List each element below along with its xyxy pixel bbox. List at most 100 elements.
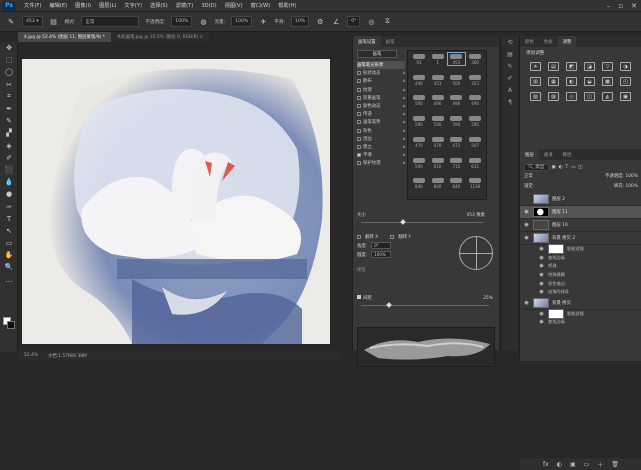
layer-row[interactable]: ◉ 图层 11: [520, 206, 641, 219]
brush-tip-preset[interactable]: 500: [410, 94, 428, 106]
brush-tip-preset[interactable]: 500: [448, 74, 466, 86]
brushes-icon[interactable]: ✐: [501, 72, 519, 84]
brush-tip-preset[interactable]: 507: [466, 136, 484, 148]
tab-channels[interactable]: 通道: [539, 149, 558, 160]
visibility-eye-icon[interactable]: ◉: [538, 281, 545, 287]
brush-tip-preset[interactable]: 470: [410, 136, 428, 148]
option-checkbox[interactable]: [357, 128, 361, 133]
eraser-tool-icon[interactable]: ⬛: [0, 164, 18, 176]
adjustment-icon[interactable]: ◭: [602, 92, 613, 101]
visibility-eye-icon[interactable]: ◉: [538, 263, 545, 269]
tab-watercolor-brush[interactable]: 水彩画笔.jpg @ 33.5% (图层 0, RGB/8) ×: [110, 32, 210, 42]
brush-tip-preset[interactable]: 840: [448, 177, 466, 189]
option-checkbox[interactable]: [357, 79, 361, 84]
brush-tip-preset[interactable]: 453: [429, 74, 447, 86]
lock-icon[interactable]: 🔒︎: [403, 160, 405, 166]
tab-brushes[interactable]: 画笔: [381, 36, 400, 47]
lock-icon[interactable]: 🔒︎: [403, 152, 405, 158]
option-checkbox[interactable]: [357, 104, 361, 109]
brush-option-dual-brush[interactable]: 双重画笔 🔒︎: [357, 94, 405, 102]
brush-option-smoothing[interactable]: 平滑 🔒︎: [357, 151, 405, 159]
menu-3d[interactable]: 3D(D): [197, 3, 220, 9]
menu-view[interactable]: 视图(V): [221, 2, 247, 9]
option-checkbox[interactable]: [357, 136, 361, 141]
mask-icon[interactable]: ◐: [557, 461, 562, 468]
roundness-input[interactable]: 100%: [371, 251, 392, 258]
adjustment-icon[interactable]: ◒: [584, 77, 595, 86]
brush-tip-preset[interactable]: 453: [446, 52, 467, 66]
frame-tool-icon[interactable]: ⌗: [0, 91, 18, 103]
brush-option-color-dynamics[interactable]: 颜色动态 🔒︎: [357, 102, 405, 110]
brush-tool-icon[interactable]: ▞: [0, 127, 18, 139]
adjustment-icon[interactable]: ▧: [530, 92, 541, 101]
character-icon[interactable]: A: [501, 84, 519, 96]
spacing-checkbox[interactable]: [357, 295, 361, 299]
visibility-eye-icon[interactable]: ◉: [523, 209, 530, 215]
brush-option-scattering[interactable]: 散布 🔒︎: [357, 77, 405, 85]
fx-icon[interactable]: fx: [543, 461, 549, 468]
mode-select[interactable]: 正常: [81, 16, 140, 27]
brush-tip-preset[interactable]: 590: [466, 115, 484, 127]
more-tools-icon[interactable]: …: [0, 274, 18, 286]
filter-smart-icon[interactable]: ◫: [578, 165, 582, 170]
brush-tip-preset[interactable]: 590: [410, 157, 428, 169]
adjustment-layer-icon[interactable]: ▣: [570, 461, 576, 468]
adjustment-icon[interactable]: ◫: [584, 92, 595, 101]
visibility-eye-icon[interactable]: ◉: [538, 311, 545, 317]
brush-tip-preset[interactable]: 490: [410, 74, 428, 86]
slider-handle[interactable]: [400, 219, 406, 225]
visibility-eye-icon[interactable]: ◉: [523, 235, 530, 241]
brush-tip-preset[interactable]: 610: [429, 157, 447, 169]
brush-tip-preset[interactable]: 590: [429, 115, 447, 127]
brush-tool-icon[interactable]: ✎: [6, 17, 16, 27]
filter-adjust-icon[interactable]: ◐: [559, 165, 563, 170]
brush-tip-preset[interactable]: 1139: [466, 177, 484, 189]
size-slider[interactable]: [361, 219, 483, 225]
menu-type[interactable]: 文字(Y): [120, 2, 146, 9]
lock-icon[interactable]: 🔒︎: [403, 87, 405, 93]
brush-option-build-up[interactable]: 建立 🔒︎: [357, 143, 405, 151]
adjustment-icon[interactable]: ◪: [584, 62, 595, 71]
layer-opacity[interactable]: 不透明度: 100%: [605, 173, 638, 181]
close-icon[interactable]: ✕: [631, 2, 637, 10]
crop-tool-icon[interactable]: ✂: [0, 79, 18, 91]
eyedropper-tool-icon[interactable]: ✒: [0, 103, 18, 115]
smart-filter-item[interactable]: ◉ 喷色描边: [520, 279, 641, 288]
adjustment-icon[interactable]: ▦: [548, 77, 559, 86]
visibility-eye-icon[interactable]: ◉: [538, 272, 545, 278]
brush-tip-preset[interactable]: 815: [466, 157, 484, 169]
filter-type-icon[interactable]: T: [566, 165, 569, 170]
layer-fill[interactable]: 填充: 100%: [614, 183, 638, 191]
smart-filter-item[interactable]: ◉ 特殊模糊: [520, 271, 641, 280]
visibility-eye-icon[interactable]: ◉: [538, 255, 545, 261]
smart-filter-item[interactable]: ◉ 智能滤镜: [520, 244, 641, 255]
minimize-icon[interactable]: –: [607, 2, 611, 10]
adjustment-icon[interactable]: ▥: [530, 77, 541, 86]
properties-icon[interactable]: ▤: [501, 48, 519, 60]
tab-adjustments[interactable]: 调整: [557, 36, 577, 47]
marquee-tool-icon[interactable]: ⬚: [0, 54, 18, 66]
history-icon[interactable]: ⟲: [501, 36, 519, 48]
tab-paths[interactable]: 路径: [558, 149, 577, 160]
tab-color[interactable]: 颜色: [520, 36, 539, 47]
adjustment-icon[interactable]: ☀: [530, 62, 541, 71]
tab-layers[interactable]: 图层: [520, 149, 539, 160]
move-tool-icon[interactable]: ✥: [0, 42, 18, 54]
brush-option-wet-edges[interactable]: 湿边 🔒︎: [357, 135, 405, 143]
smart-filter-item[interactable]: ◉ 智能滤镜: [520, 308, 641, 319]
background-color-swatch[interactable]: [7, 321, 15, 329]
hand-tool-icon[interactable]: ✋: [0, 249, 18, 261]
option-checkbox[interactable]: [357, 144, 361, 149]
brushes-button[interactable]: 画笔: [357, 50, 397, 58]
brush-option-protect-texture[interactable]: 保护纹理 🔒︎: [357, 159, 405, 167]
lock-icon[interactable]: 🔒︎: [403, 111, 405, 117]
lock-icon[interactable]: 🔒︎: [403, 119, 405, 125]
adjustment-icon[interactable]: ◩: [566, 62, 577, 71]
new-layer-icon[interactable]: ＋: [597, 460, 603, 469]
visibility-eye-icon[interactable]: ◉: [538, 319, 545, 325]
paragraph-icon[interactable]: ¶: [501, 96, 519, 108]
angle-roundness-dial[interactable]: [459, 236, 493, 270]
layer-row[interactable]: ◉ 图层 10: [520, 219, 641, 232]
brush-option-transfer[interactable]: 传递 🔒︎: [357, 110, 405, 118]
adjustment-icon[interactable]: ◇: [566, 92, 577, 101]
